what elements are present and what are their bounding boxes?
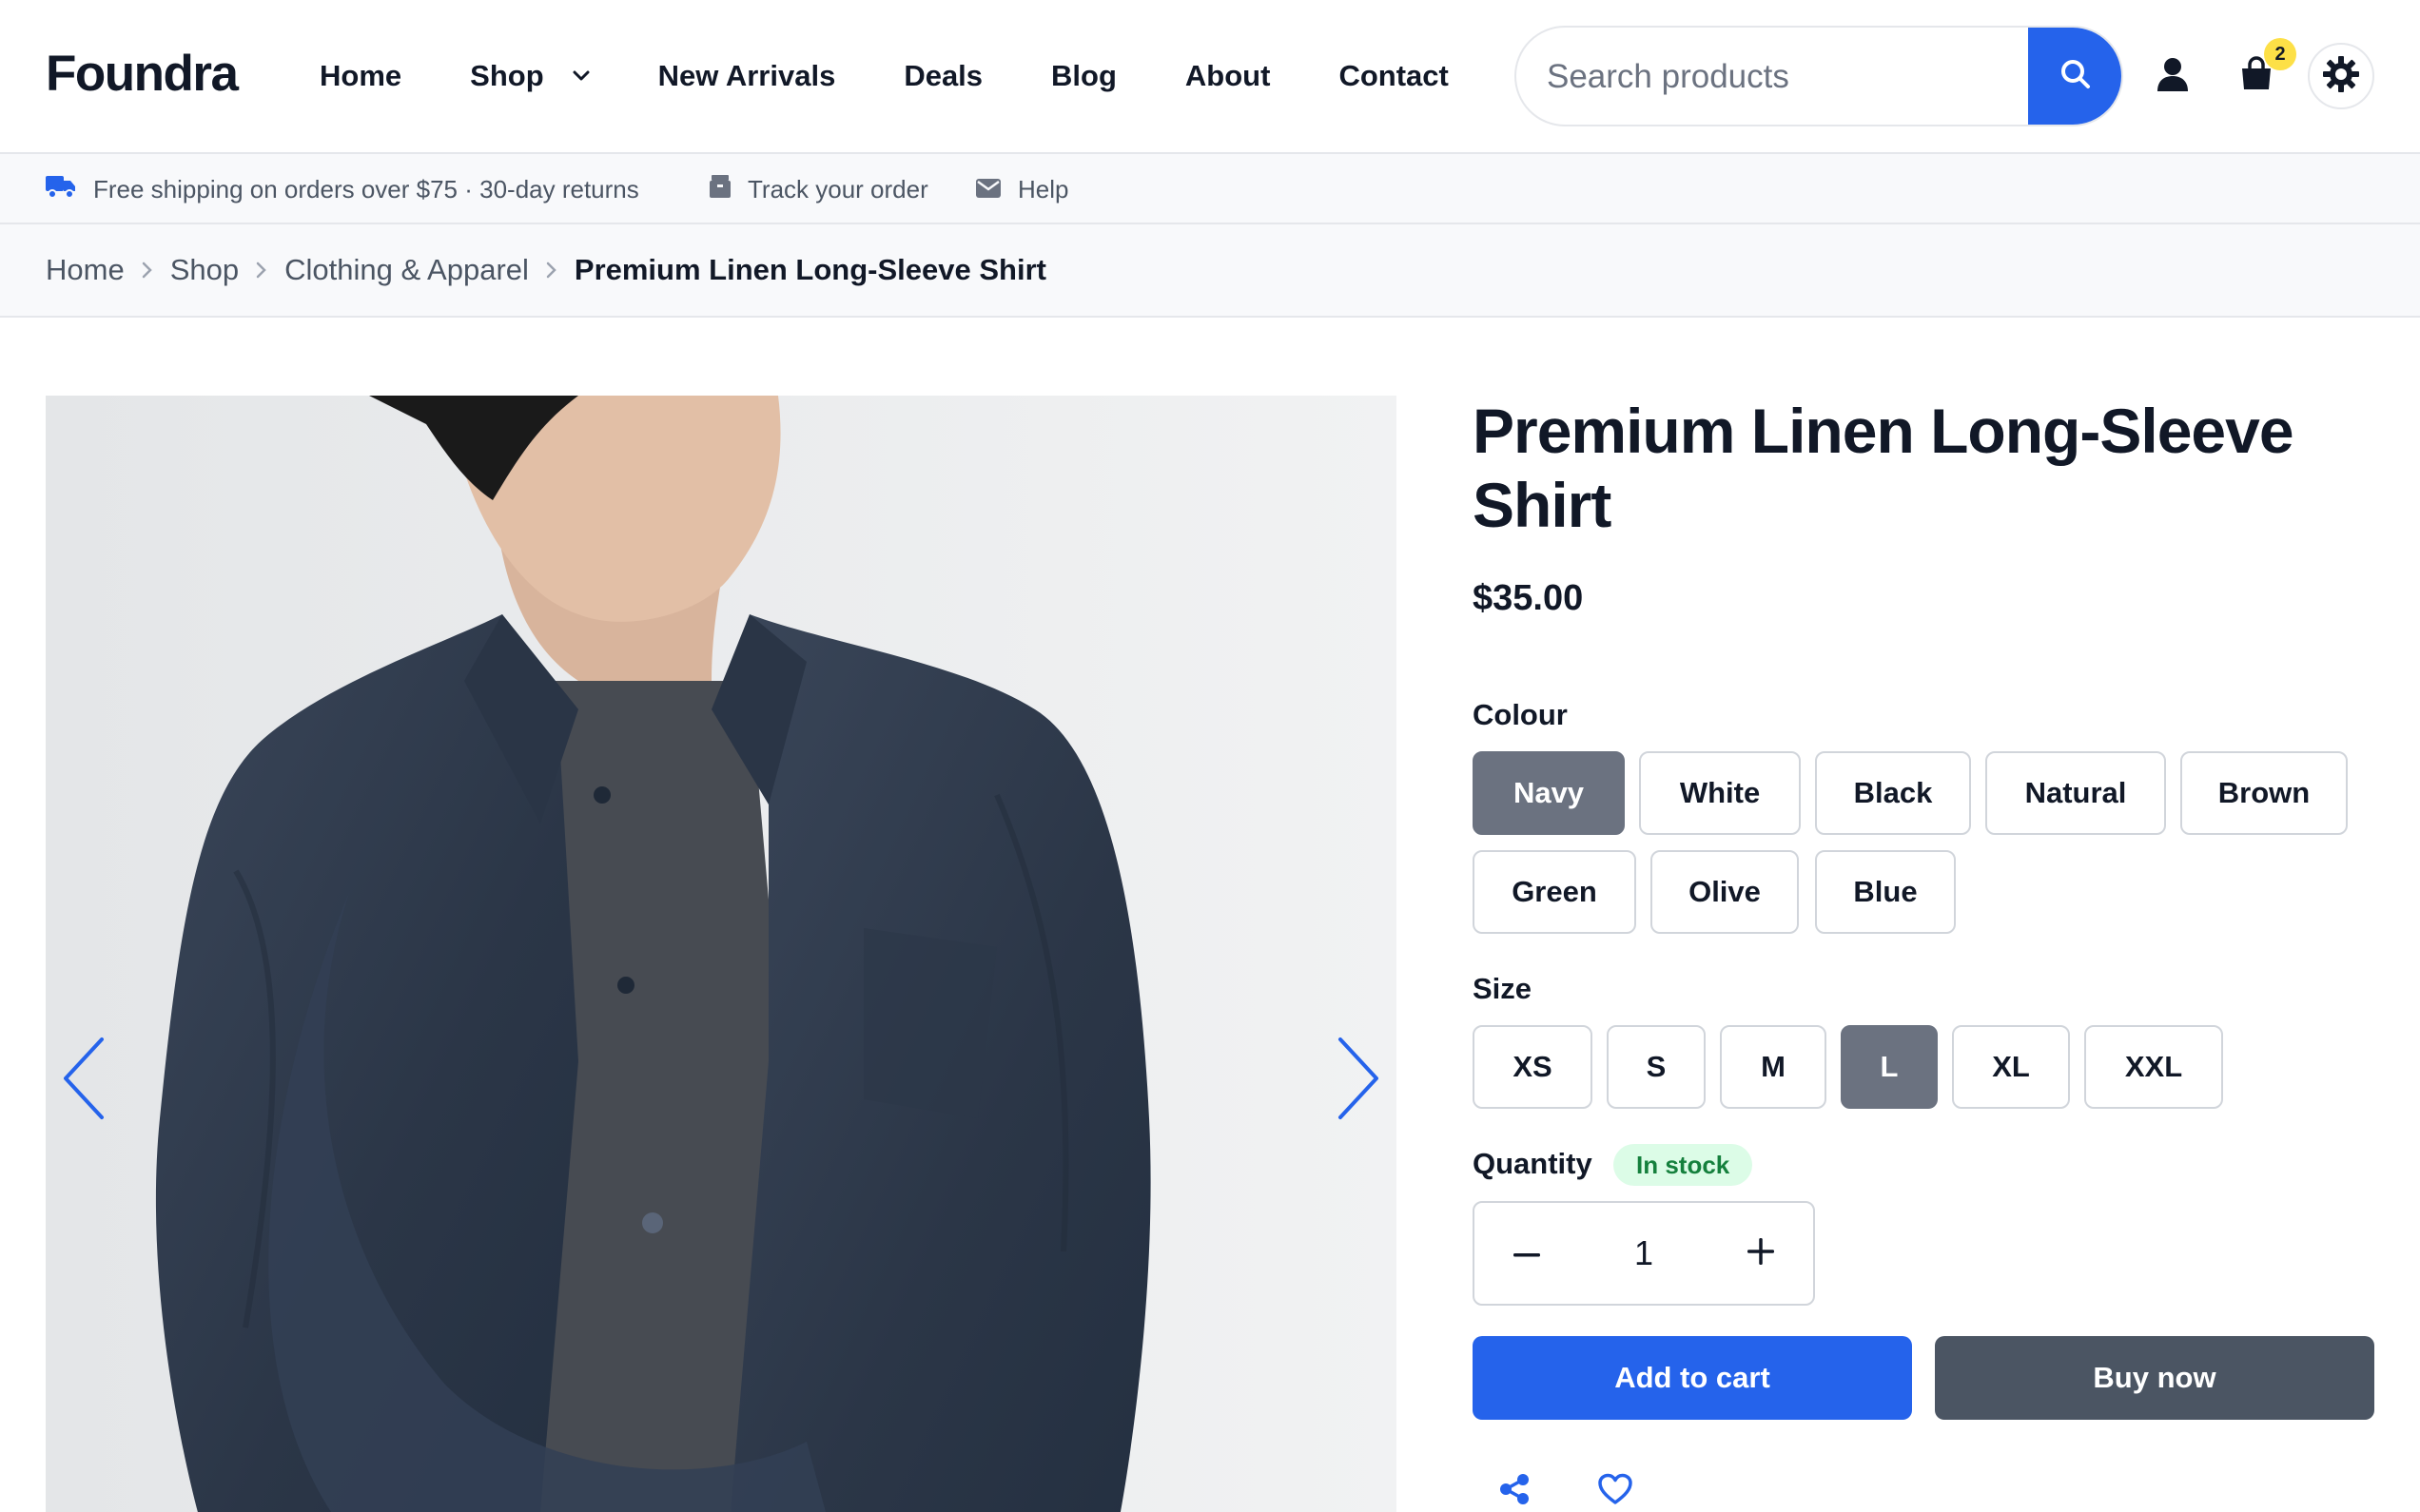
product-title: Premium Linen Long-Sleeve Shirt — [1473, 396, 2294, 540]
size-option-xl[interactable]: XL — [1952, 1025, 2070, 1109]
quantity-decrease-button[interactable] — [1474, 1203, 1579, 1304]
help-link[interactable]: Help — [976, 154, 1068, 224]
colour-option-black[interactable]: Black — [1815, 751, 1971, 835]
buy-now-button[interactable]: Buy now — [1935, 1336, 2374, 1420]
colour-option-green[interactable]: Green — [1473, 850, 1636, 934]
account-button[interactable] — [2144, 48, 2201, 105]
size-option-m[interactable]: M — [1720, 1025, 1826, 1109]
help-text: Help — [1018, 174, 1069, 204]
breadcrumb-shop[interactable]: Shop — [170, 253, 239, 287]
search-box — [1514, 26, 2123, 126]
nav-shop[interactable]: Shop — [470, 53, 590, 99]
track-order-link[interactable]: Track your order — [710, 154, 928, 224]
quantity-stepper: 1 — [1473, 1201, 1815, 1306]
minus-icon — [1513, 1245, 1540, 1262]
colour-label: Colour — [1473, 698, 1568, 731]
size-label: Size — [1473, 972, 1532, 1005]
nav-shop-label: Shop — [470, 59, 544, 92]
quantity-increase-button[interactable] — [1708, 1203, 1813, 1304]
user-icon — [2154, 55, 2192, 98]
quantity-value[interactable]: 1 — [1579, 1203, 1708, 1304]
wishlist-button[interactable] — [1589, 1470, 1642, 1512]
nav-blog-label: Blog — [1051, 59, 1117, 92]
size-option-xs[interactable]: XS — [1473, 1025, 1592, 1109]
size-option-l[interactable]: L — [1841, 1025, 1938, 1109]
main-nav: Home Shop New Arrivals Deals Blog About … — [320, 53, 1517, 99]
search-button[interactable] — [2028, 28, 2121, 125]
chevron-left-icon — [60, 1036, 107, 1126]
nav-contact-label: Contact — [1338, 59, 1449, 92]
track-order-text: Track your order — [748, 174, 928, 204]
product-image — [46, 396, 1396, 1512]
colour-option-natural[interactable]: Natural — [1985, 751, 2166, 835]
gallery-prev-button[interactable] — [46, 1023, 122, 1137]
breadcrumb-category[interactable]: Clothing & Apparel — [284, 253, 529, 287]
truck-icon — [46, 174, 93, 205]
add-to-cart-button[interactable]: Add to cart — [1473, 1336, 1912, 1420]
chevron-right-icon — [142, 261, 153, 280]
plus-icon — [1747, 1237, 1774, 1270]
shipping-text: Free shipping on orders over $75 · 30-da… — [93, 174, 639, 204]
info-bar: Free shipping on orders over $75 · 30-da… — [0, 154, 2420, 224]
breadcrumb-current: Premium Linen Long-Sleeve Shirt — [574, 253, 1046, 286]
colour-option-navy[interactable]: Navy — [1473, 751, 1625, 835]
size-option-s[interactable]: S — [1607, 1025, 1706, 1109]
site-header: Foundra Home Shop New Arrivals Deals Blo… — [0, 0, 2420, 154]
nav-contact[interactable]: Contact — [1338, 53, 1448, 99]
chevron-down-icon — [573, 70, 590, 82]
nav-about-label: About — [1184, 59, 1271, 92]
stock-status-badge: In stock — [1613, 1144, 1753, 1186]
colour-option-blue[interactable]: Blue — [1815, 850, 1956, 934]
heart-icon — [1597, 1473, 1633, 1510]
nav-home-label: Home — [320, 59, 402, 92]
envelope-icon — [976, 175, 1018, 204]
search-icon — [2059, 58, 2092, 95]
colour-option-olive[interactable]: Olive — [1650, 850, 1799, 934]
quantity-label: Quantity — [1473, 1147, 1592, 1180]
chevron-right-icon — [546, 261, 557, 280]
share-icon — [1498, 1473, 1531, 1510]
colour-option-brown[interactable]: Brown — [2180, 751, 2348, 835]
breadcrumb-home[interactable]: Home — [46, 253, 125, 287]
sun-gear-icon — [2322, 55, 2360, 98]
chevron-right-icon — [1335, 1036, 1382, 1126]
product-price: $35.00 — [1473, 578, 1584, 618]
nav-deals[interactable]: Deals — [904, 53, 983, 99]
search-input[interactable] — [1547, 50, 2022, 104]
gallery-next-button[interactable] — [1320, 1023, 1396, 1137]
nav-deals-label: Deals — [904, 59, 984, 92]
shipping-info: Free shipping on orders over $75 · 30-da… — [46, 154, 639, 224]
nav-new-arrivals-label: New Arrivals — [657, 59, 836, 92]
box-icon — [710, 174, 748, 204]
cart-count-badge: 2 — [2264, 38, 2296, 70]
share-button[interactable] — [1488, 1470, 1541, 1512]
nav-new-arrivals[interactable]: New Arrivals — [658, 53, 836, 99]
size-option-xxl[interactable]: XXL — [2084, 1025, 2223, 1109]
breadcrumb: Home Shop Clothing & Apparel Premium Lin… — [0, 224, 2420, 318]
theme-toggle-button[interactable] — [2308, 43, 2374, 109]
brand-logo[interactable]: Foundra — [46, 44, 239, 105]
nav-home[interactable]: Home — [320, 53, 401, 99]
colour-option-white[interactable]: White — [1639, 751, 1801, 835]
product-gallery — [46, 396, 1396, 1512]
nav-about[interactable]: About — [1185, 53, 1271, 99]
chevron-right-icon — [256, 261, 267, 280]
nav-blog[interactable]: Blog — [1051, 53, 1117, 99]
